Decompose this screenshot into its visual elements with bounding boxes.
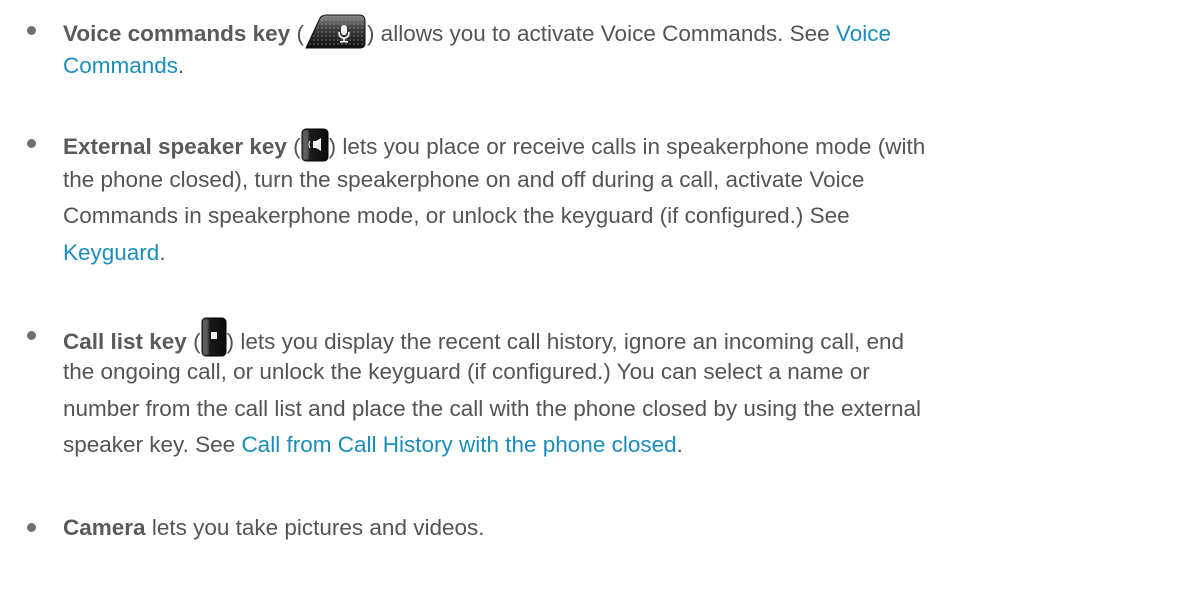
external-speaker-key-icon	[301, 128, 329, 162]
voice-commands-link[interactable]: Voice	[836, 21, 891, 46]
text-line: number from the call list and place the …	[63, 396, 921, 421]
text-line: Commands in speakerphone mode, or unlock…	[63, 203, 850, 228]
term-label: Voice commands key	[63, 20, 291, 46]
text-line: Camera lets you take pictures and videos…	[63, 515, 485, 540]
bullet	[27, 139, 36, 148]
voice-commands-key-icon	[304, 14, 367, 50]
voice-commands-link-continued[interactable]: Commands	[63, 53, 178, 78]
keyguard-link[interactable]: Keyguard	[63, 240, 159, 265]
call-from-call-history-link[interactable]: Call from Call History with the phone cl…	[241, 432, 676, 457]
text-line: External speaker key ( ) lets you place …	[63, 128, 925, 165]
text-line: Commands.	[63, 53, 185, 78]
document-page: Voice commands key () allows you to act…	[0, 0, 1195, 592]
text-line: Keyguard.	[63, 240, 166, 265]
text-line: speaker key. See Call from Call History …	[63, 432, 683, 457]
bullet	[27, 331, 36, 340]
bullet	[27, 523, 36, 532]
text-line: Voice commands key () allows you to act…	[63, 14, 891, 53]
text-line: the phone closed), turn the speakerphone…	[63, 167, 865, 192]
bullet	[27, 26, 36, 35]
call-list-key-icon	[201, 317, 227, 357]
text-line: the ongoing call, or unlock the keyguard…	[63, 359, 870, 384]
text-line: Call list key ( ) lets you display the r…	[63, 317, 904, 363]
term-label: Call list key	[63, 328, 187, 354]
term-label: Camera	[63, 515, 146, 540]
term-label: External speaker key	[63, 133, 287, 159]
